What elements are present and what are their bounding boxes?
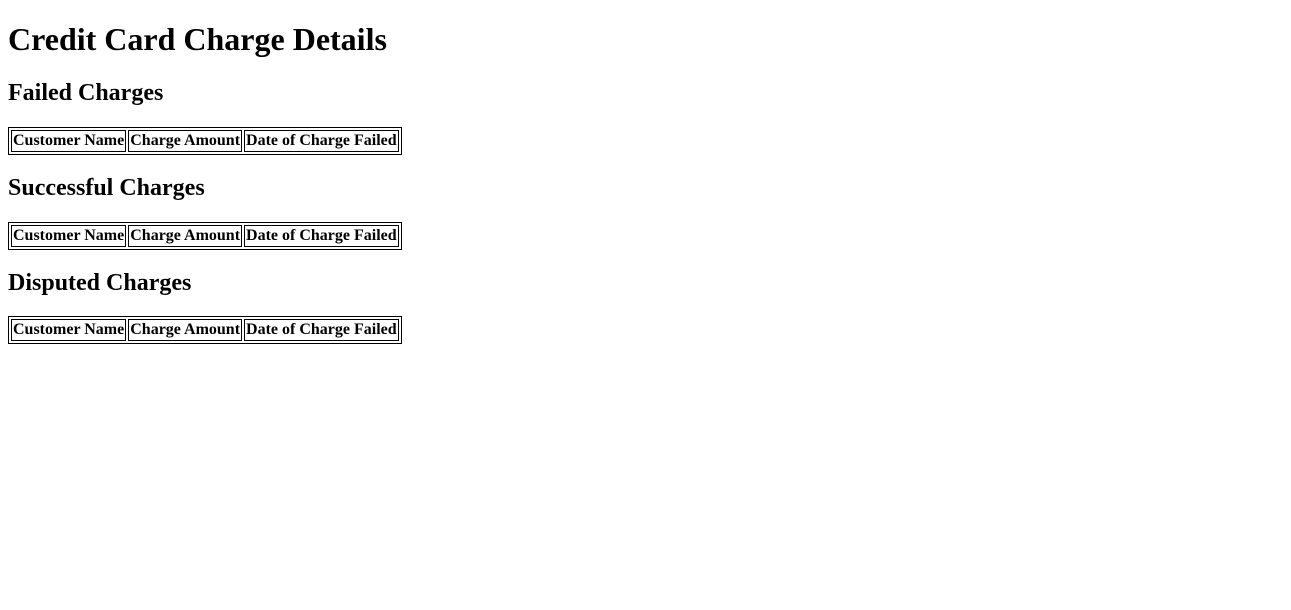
column-header-customer-name: Customer Name [11, 319, 127, 342]
column-header-date-failed: Date of Charge Failed [244, 224, 399, 247]
table-header-row: Customer Name Charge Amount Date of Char… [11, 129, 399, 152]
column-header-customer-name: Customer Name [11, 224, 127, 247]
column-header-date-failed: Date of Charge Failed [244, 129, 399, 152]
disputed-charges-heading: Disputed Charges [8, 269, 192, 296]
failed-charges-table: Customer Name Charge Amount Date of Char… [8, 126, 402, 155]
column-header-customer-name: Customer Name [11, 129, 127, 152]
table-header-row: Customer Name Charge Amount Date of Char… [11, 319, 399, 342]
column-header-charge-amount: Charge Amount [128, 129, 243, 152]
disputed-charges-table: Customer Name Charge Amount Date of Char… [8, 316, 402, 345]
column-header-charge-amount: Charge Amount [128, 224, 243, 247]
column-header-charge-amount: Charge Amount [128, 319, 243, 342]
successful-charges-table: Customer Name Charge Amount Date of Char… [8, 221, 402, 250]
failed-charges-heading: Failed Charges [8, 79, 164, 106]
page-title: Credit Card Charge Details [8, 21, 387, 58]
column-header-date-failed: Date of Charge Failed [244, 319, 399, 342]
successful-charges-heading: Successful Charges [8, 174, 205, 201]
table-header-row: Customer Name Charge Amount Date of Char… [11, 224, 399, 247]
